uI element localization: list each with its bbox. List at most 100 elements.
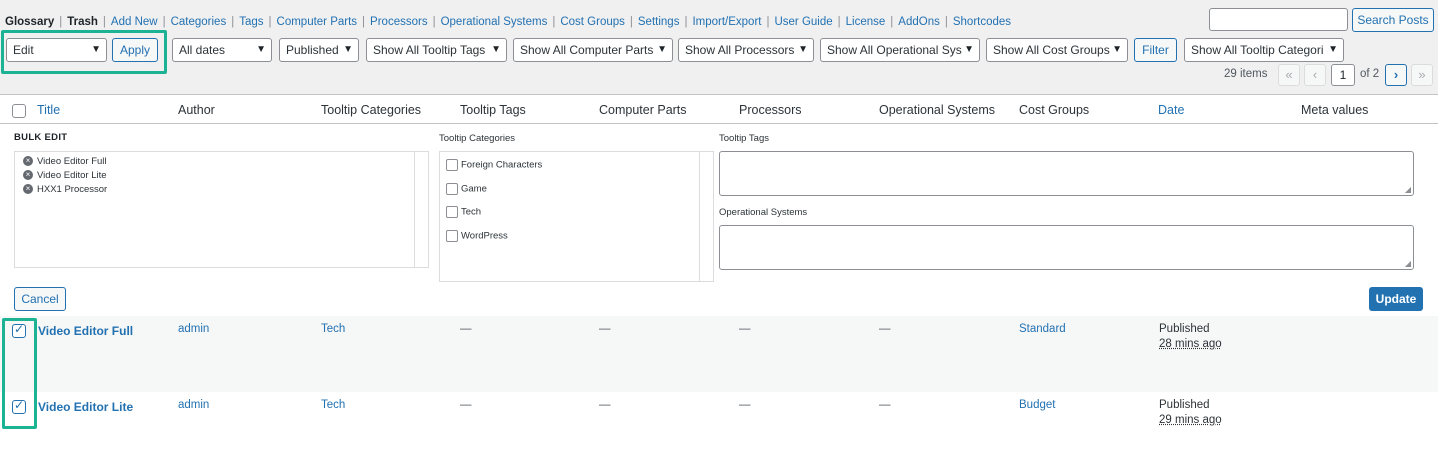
last-page-button[interactable]: » <box>1411 64 1433 86</box>
current-page-input[interactable]: 1 <box>1331 64 1355 86</box>
remove-circle-icon[interactable]: × <box>23 170 33 181</box>
nav-user-guide[interactable]: User Guide <box>774 16 832 28</box>
post-title-link[interactable]: Video Editor Full <box>38 324 133 338</box>
nav-settings[interactable]: Settings <box>638 16 680 28</box>
chevron-down-icon: ▼ <box>964 44 974 55</box>
search-posts-button[interactable]: Search Posts <box>1352 8 1434 32</box>
table-header: Title Author Tooltip Categories Tooltip … <box>0 94 1438 124</box>
resize-grip-icon[interactable]: ◢ <box>1405 259 1411 268</box>
tooltip-tags-textarea[interactable]: ◢ <box>719 151 1414 196</box>
column-computer-parts: Computer Parts <box>599 103 687 117</box>
nav-tags[interactable]: Tags <box>239 16 263 28</box>
first-page-button[interactable]: « <box>1278 64 1300 86</box>
nav-processors[interactable]: Processors <box>370 16 428 28</box>
chevron-down-icon: ▼ <box>798 44 808 55</box>
column-processors: Processors <box>739 103 802 117</box>
scrollbar[interactable] <box>699 152 713 281</box>
checkbox[interactable] <box>446 159 458 171</box>
nav-add-new[interactable]: Add New <box>111 16 158 28</box>
category-option[interactable]: Game <box>446 183 487 195</box>
author-link[interactable]: admin <box>178 399 209 411</box>
table-row: Video Editor Lite admin Tech — — — — Bud… <box>0 392 1438 468</box>
column-tooltip-categories: Tooltip Categories <box>321 103 422 117</box>
subsubsub-nav: Glossary | Trash | Add New | Categories | Tags | C… <box>5 16 1012 28</box>
update-button[interactable]: Update <box>1369 287 1423 311</box>
tooltip-categories-filter-value: Show All Tooltip Categori <box>1191 43 1324 57</box>
processors-value: — <box>739 399 751 411</box>
column-title[interactable]: Title <box>37 103 60 117</box>
category-option[interactable]: Tech <box>446 206 481 218</box>
os-value: — <box>879 323 891 335</box>
checkbox[interactable] <box>446 230 458 242</box>
bulk-post-item: × HXX1 Processor <box>23 184 107 195</box>
select-all-checkbox[interactable] <box>12 104 26 118</box>
category-option[interactable]: Foreign Characters <box>446 159 542 171</box>
operational-systems-filter[interactable]: Show All Operational Sys ▼ <box>820 38 980 62</box>
bulk-post-item: × Video Editor Lite <box>23 170 107 181</box>
tooltip-tags-label: Tooltip Tags <box>719 133 769 144</box>
post-status: Published <box>1159 399 1210 411</box>
chevron-down-icon: ▼ <box>256 44 266 55</box>
nav-computer-parts[interactable]: Computer Parts <box>277 16 358 28</box>
row-checkbox-highlight <box>2 318 37 429</box>
os-value: — <box>879 399 891 411</box>
category-option[interactable]: WordPress <box>446 230 508 242</box>
cost-group-link[interactable]: Budget <box>1019 399 1055 411</box>
computer-parts-filter[interactable]: Show All Computer Parts ▼ <box>513 38 673 62</box>
category-link[interactable]: Tech <box>321 323 345 335</box>
column-tooltip-tags: Tooltip Tags <box>460 103 526 117</box>
tooltip-categories-checklist: Foreign Characters Game Tech WordPress <box>439 151 714 282</box>
scrollbar[interactable] <box>414 152 428 267</box>
checkbox[interactable] <box>446 206 458 218</box>
column-date[interactable]: Date <box>1158 103 1184 117</box>
resize-grip-icon[interactable]: ◢ <box>1405 185 1411 194</box>
operational-systems-filter-value: Show All Operational Sys <box>827 43 962 57</box>
post-date-ago: 29 mins ago <box>1159 414 1222 426</box>
tooltip-categories-filter[interactable]: Show All Tooltip Categori ▼ <box>1184 38 1344 62</box>
next-page-button[interactable]: › <box>1385 64 1407 86</box>
cost-groups-filter-value: Show All Cost Groups <box>993 43 1110 57</box>
nav-license[interactable]: License <box>846 16 886 28</box>
nav-import-export[interactable]: Import/Export <box>692 16 761 28</box>
remove-circle-icon[interactable]: × <box>23 184 33 195</box>
nav-shortcodes[interactable]: Shortcodes <box>953 16 1011 28</box>
computer-parts-filter-value: Show All Computer Parts <box>520 43 654 57</box>
chevron-down-icon: ▼ <box>1112 44 1122 55</box>
prev-page-button[interactable]: ‹ <box>1304 64 1326 86</box>
table-row: Video Editor Full admin Tech — — — — Sta… <box>0 316 1438 392</box>
cancel-button[interactable]: Cancel <box>14 287 66 311</box>
status-filter-value: Published <box>286 43 339 57</box>
post-title-link[interactable]: Video Editor Lite <box>38 400 133 414</box>
processors-value: — <box>739 323 751 335</box>
nav-cost-groups[interactable]: Cost Groups <box>560 16 625 28</box>
date-filter[interactable]: All dates ▼ <box>172 38 272 62</box>
parts-value: — <box>599 399 611 411</box>
cost-group-link[interactable]: Standard <box>1019 323 1066 335</box>
nav-glossary[interactable]: Glossary <box>5 16 54 28</box>
tags-value: — <box>460 323 472 335</box>
nav-trash[interactable]: Trash <box>67 16 98 28</box>
chevron-down-icon: ▼ <box>343 44 353 55</box>
checkbox[interactable] <box>446 183 458 195</box>
bulk-edit-heading: BULK EDIT <box>14 132 68 143</box>
category-link[interactable]: Tech <box>321 399 345 411</box>
date-filter-value: All dates <box>179 43 226 57</box>
cost-groups-filter[interactable]: Show All Cost Groups ▼ <box>986 38 1128 62</box>
operational-systems-textarea[interactable]: ◢ <box>719 225 1414 270</box>
remove-circle-icon[interactable]: × <box>23 156 33 167</box>
bulk-edit-post-list[interactable]: × Video Editor Full × Video Editor Lite × H… <box>14 151 429 268</box>
tooltip-tags-filter[interactable]: Show All Tooltip Tags ▼ <box>366 38 507 62</box>
status-filter[interactable]: Published ▼ <box>279 38 359 62</box>
column-operational-systems: Operational Systems <box>879 103 996 117</box>
chevron-down-icon: ▼ <box>657 44 667 55</box>
nav-categories[interactable]: Categories <box>171 16 227 28</box>
parts-value: — <box>599 323 611 335</box>
filter-button[interactable]: Filter <box>1134 38 1177 62</box>
nav-addons[interactable]: AddOns <box>898 16 940 28</box>
author-link[interactable]: admin <box>178 323 209 335</box>
nav-operational-systems[interactable]: Operational Systems <box>441 16 548 28</box>
chevron-down-icon: ▼ <box>1328 44 1338 55</box>
search-input[interactable] <box>1209 8 1348 31</box>
processors-filter[interactable]: Show All Processors ▼ <box>678 38 814 62</box>
post-date-ago: 28 mins ago <box>1159 338 1222 350</box>
